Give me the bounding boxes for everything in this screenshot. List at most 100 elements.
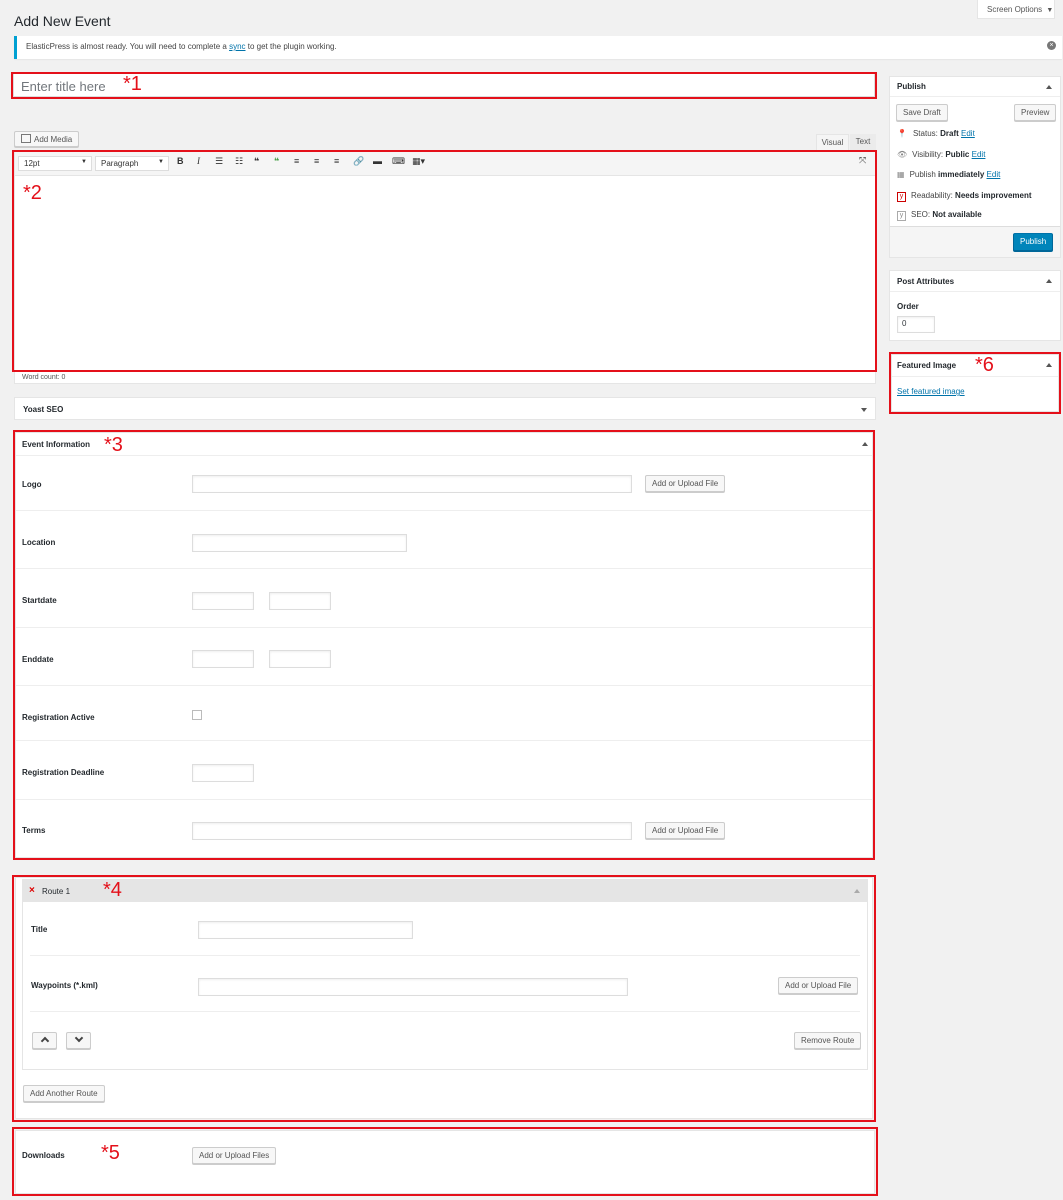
set-featured-image-link[interactable]: Set featured image xyxy=(897,387,965,396)
screen-options-button[interactable]: Screen Options ▼ xyxy=(977,0,1055,19)
waypoints-upload-button[interactable]: Add or Upload File xyxy=(778,977,859,994)
route-title-label: Title xyxy=(31,925,48,934)
blockquote-icon[interactable]: ❝ xyxy=(254,156,259,167)
align-center-icon[interactable]: ≡ xyxy=(314,156,319,166)
dismiss-icon[interactable]: × xyxy=(1047,41,1056,50)
toggle-up-icon[interactable] xyxy=(1046,363,1052,367)
add-media-button[interactable]: Add Media xyxy=(14,131,80,147)
logo-input[interactable] xyxy=(192,475,632,493)
word-count: Word count: 0 xyxy=(22,374,66,381)
enddate-label: Enddate xyxy=(22,655,54,664)
annotation-label-5: *5 xyxy=(101,1142,120,1164)
elasticpress-notice: ElasticPress is almost ready. You will n… xyxy=(14,36,1062,59)
editor-body[interactable] xyxy=(15,177,875,370)
publish-time-row: ▦ Publish immediately Edit xyxy=(897,170,1001,179)
location-label: Location xyxy=(22,538,56,547)
read-more-icon[interactable]: ▬ xyxy=(373,156,382,166)
preview-button[interactable]: Preview xyxy=(1014,104,1057,121)
chevron-down-icon xyxy=(74,1033,83,1043)
post-attributes-title: Post Attributes xyxy=(897,277,955,286)
route-title-input[interactable] xyxy=(198,921,413,939)
route-header[interactable]: × Route 1 xyxy=(23,880,867,902)
terms-upload-button[interactable]: Add or Upload File xyxy=(645,822,726,839)
align-right-icon[interactable]: ≡ xyxy=(334,156,339,166)
publish-button[interactable]: Publish xyxy=(1013,233,1054,251)
notice-text: ElasticPress is almost ready. You will n… xyxy=(26,42,337,51)
location-input[interactable] xyxy=(192,534,407,552)
waypoints-input[interactable] xyxy=(198,978,628,996)
status-edit-link[interactable]: Edit xyxy=(961,129,975,138)
yoast-seo-icon: y xyxy=(897,211,906,221)
toolbar-toggle-icon[interactable]: ▦▾ xyxy=(412,156,425,167)
downloads-upload-button[interactable]: Add or Upload Files xyxy=(192,1147,277,1164)
order-input[interactable]: 0 xyxy=(897,316,935,333)
annotation-label-4: *4 xyxy=(103,879,122,901)
bold-icon[interactable]: B xyxy=(177,156,184,166)
registration-deadline-input[interactable] xyxy=(192,764,254,782)
numbered-list-icon[interactable]: ☷ xyxy=(235,156,243,167)
annotation-label-6: *6 xyxy=(975,354,994,376)
registration-active-checkbox[interactable] xyxy=(192,710,202,720)
eye-icon: 👁 xyxy=(897,150,908,159)
move-up-button[interactable] xyxy=(32,1032,57,1049)
caret-down-icon: ▼ xyxy=(81,159,87,165)
tab-visual[interactable]: Visual xyxy=(816,134,849,151)
font-size-select[interactable]: 12pt ▼ xyxy=(18,156,92,171)
event-information-box xyxy=(15,432,873,858)
logo-label: Logo xyxy=(22,480,42,489)
featured-image-title: Featured Image xyxy=(897,361,957,370)
remove-route-icon[interactable]: × xyxy=(29,885,35,896)
registration-deadline-label: Registration Deadline xyxy=(22,768,105,777)
toggle-up-icon[interactable] xyxy=(1046,279,1052,283)
add-another-route-button[interactable]: Add Another Route xyxy=(23,1085,105,1102)
endtime-input[interactable] xyxy=(269,650,331,668)
format-select[interactable]: Paragraph ▼ xyxy=(95,156,169,171)
media-icon xyxy=(21,134,31,143)
startdate-input[interactable] xyxy=(192,592,254,610)
toggle-up-icon[interactable] xyxy=(862,442,868,446)
starttime-input[interactable] xyxy=(269,592,331,610)
seo-row: y SEO: Not available xyxy=(897,210,982,221)
caret-down-icon: ▼ xyxy=(1046,7,1054,14)
save-draft-button[interactable]: Save Draft xyxy=(896,104,948,121)
fullscreen-icon[interactable]: ⤧ xyxy=(859,155,866,166)
order-label: Order xyxy=(897,302,919,311)
startdate-label: Startdate xyxy=(22,596,57,605)
collapse-route-icon[interactable] xyxy=(854,889,860,893)
enddate-input[interactable] xyxy=(192,650,254,668)
tab-text[interactable]: Text xyxy=(850,134,876,151)
pin-icon: 📍 xyxy=(897,129,907,138)
terms-input[interactable] xyxy=(192,822,632,840)
publish-box-title: Publish xyxy=(897,82,926,91)
toggle-up-icon[interactable] xyxy=(1046,85,1052,89)
event-information-title: Event Information xyxy=(22,440,91,449)
publish-time-edit-link[interactable]: Edit xyxy=(987,170,1001,179)
yoast-readability-icon: y xyxy=(897,192,906,202)
calendar-icon: ▦ xyxy=(897,170,905,179)
italic-icon[interactable]: I xyxy=(197,156,200,166)
link-icon[interactable]: 🔗 xyxy=(353,156,364,167)
keyboard-icon[interactable]: ⌨ xyxy=(392,156,405,167)
route-title: Route 1 xyxy=(42,887,71,896)
readability-row: y Readability: Needs improvement xyxy=(897,191,1032,202)
remove-route-button[interactable]: Remove Route xyxy=(794,1032,862,1049)
post-title-input[interactable]: Enter title here xyxy=(13,73,875,97)
caret-down-icon: ▼ xyxy=(158,159,164,165)
quote-green-icon[interactable]: ❝ xyxy=(274,156,279,167)
bulleted-list-icon[interactable]: ☰ xyxy=(215,156,223,167)
downloads-label: Downloads xyxy=(22,1151,65,1160)
route-panel xyxy=(22,879,868,1070)
align-left-icon[interactable]: ≡ xyxy=(294,156,299,166)
visibility-edit-link[interactable]: Edit xyxy=(972,150,986,159)
annotation-label-2: *2 xyxy=(23,182,42,204)
toggle-down-icon[interactable] xyxy=(861,408,867,412)
terms-label: Terms xyxy=(22,826,46,835)
sync-link[interactable]: sync xyxy=(229,42,245,51)
move-down-button[interactable] xyxy=(66,1032,91,1049)
downloads-box xyxy=(15,1130,875,1194)
logo-upload-button[interactable]: Add or Upload File xyxy=(645,475,726,492)
annotation-label-1: *1 xyxy=(123,73,142,95)
status-row: 📍 Status: Draft Edit xyxy=(897,129,975,138)
visibility-row: 👁 Visibility: Public Edit xyxy=(897,150,986,159)
yoast-seo-box[interactable]: Yoast SEO xyxy=(14,397,876,420)
